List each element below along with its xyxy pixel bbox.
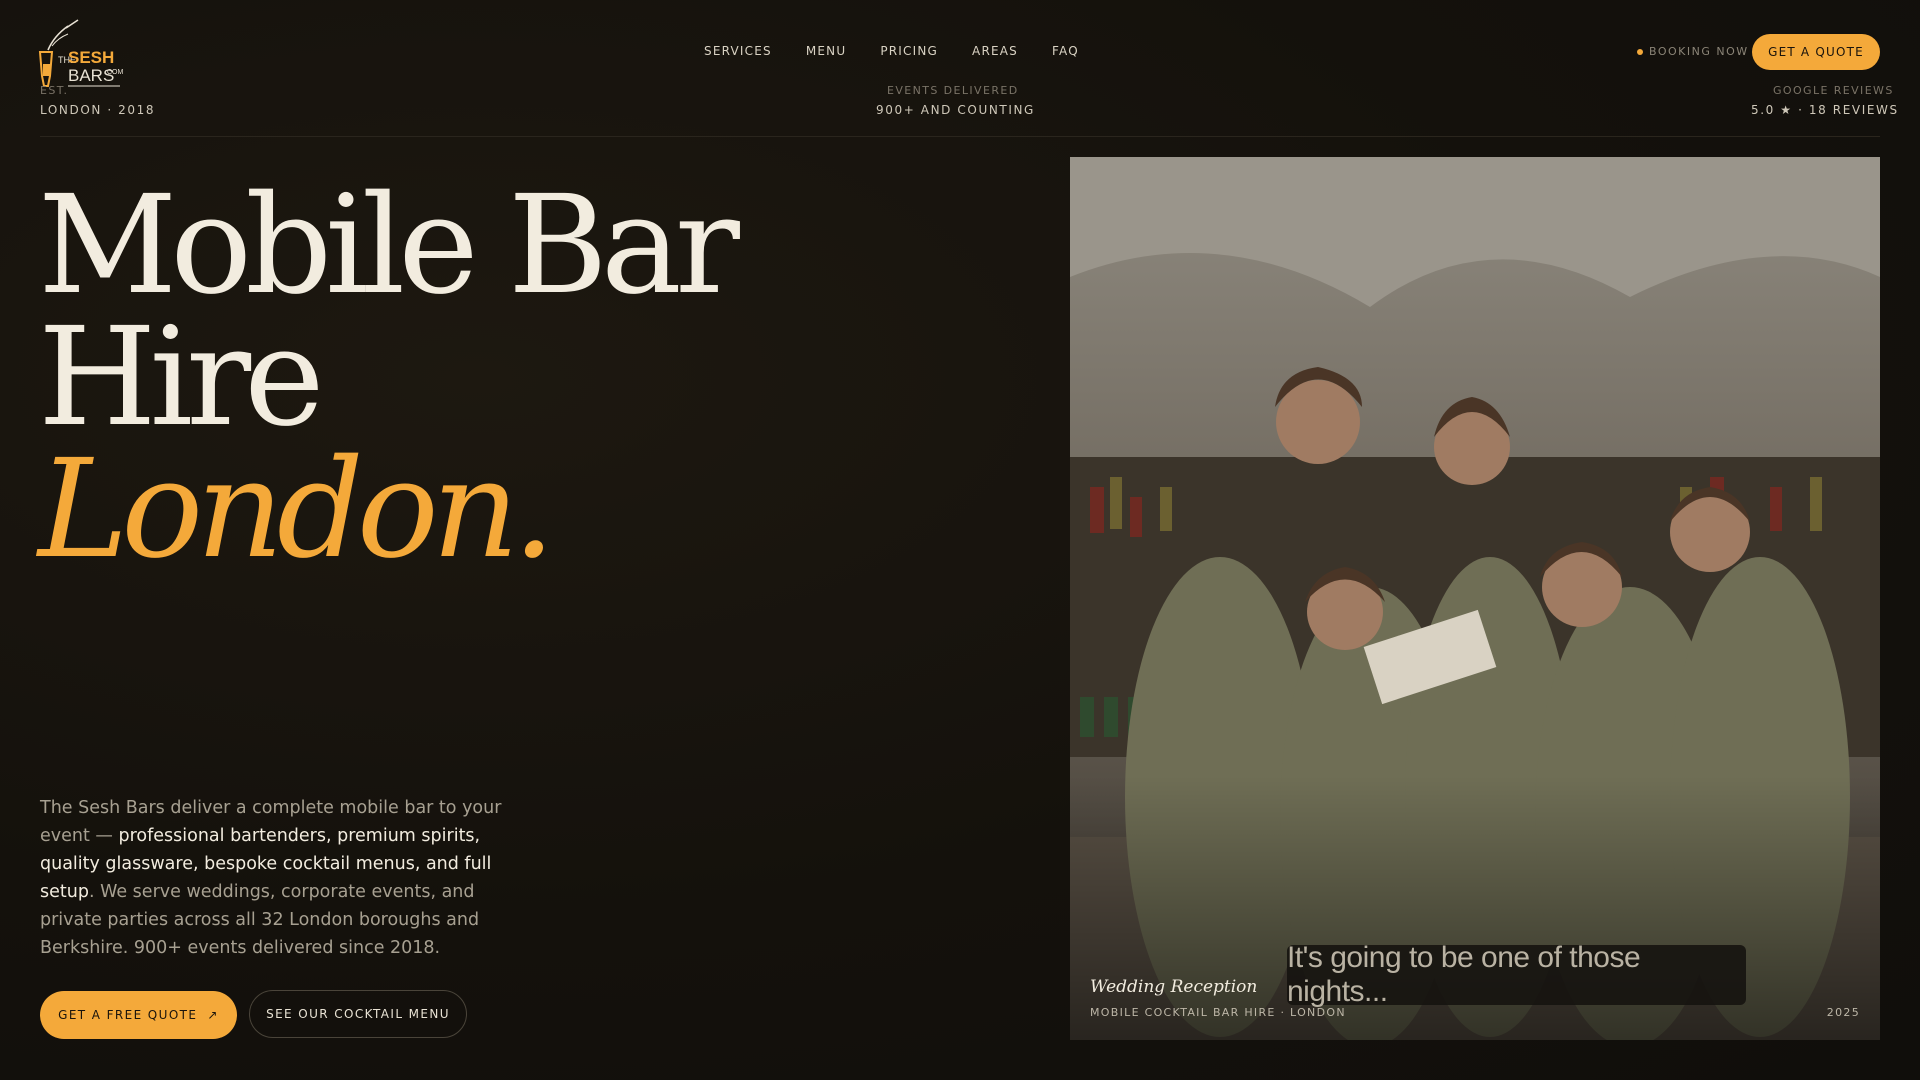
- est-value: LONDON · 2018: [40, 103, 156, 117]
- nav-areas[interactable]: AREAS: [972, 44, 1018, 58]
- reviews-value: 5.0 ★ · 18 REVIEWS: [1751, 103, 1899, 117]
- main-nav: SERVICES MENU PRICING AREAS FAQ: [704, 44, 1079, 58]
- hero-title-line-2: Hire: [38, 299, 325, 457]
- see-cocktail-menu-button[interactable]: SEE OUR COCKTAIL MENU: [249, 990, 467, 1038]
- events-label: EVENTS DELIVERED: [887, 84, 1019, 97]
- photo-year: 2025: [1826, 1006, 1860, 1019]
- est-label: EST.: [40, 84, 69, 97]
- wedding-party-photo-icon: [1070, 157, 1880, 1040]
- header-divider: [40, 136, 1880, 137]
- logo-com-text: .COM: [105, 69, 124, 76]
- desc-part-2: . We serve weddings, corporate events, a…: [40, 882, 480, 958]
- logo-sesh-text: SESH: [68, 48, 115, 67]
- nav-faq[interactable]: FAQ: [1052, 44, 1079, 58]
- get-free-quote-button[interactable]: GET A FREE QUOTE ↗: [40, 991, 237, 1039]
- hero-description: The Sesh Bars deliver a complete mobile …: [40, 794, 540, 962]
- arrow-up-right-icon: ↗: [207, 1008, 219, 1022]
- nav-pricing[interactable]: PRICING: [880, 44, 938, 58]
- hero-title-line-3: London.: [38, 431, 556, 589]
- nav-menu[interactable]: MENU: [806, 44, 847, 58]
- events-value: 900+ AND COUNTING: [876, 103, 1035, 117]
- hero-title-line-1: Mobile Bar: [38, 167, 740, 325]
- status-dot-icon: [1637, 48, 1643, 55]
- booking-status: BOOKING NOW: [1637, 45, 1749, 58]
- get-free-quote-label: GET A FREE QUOTE: [58, 1008, 198, 1022]
- hero-photo: Wedding Reception MOBILE COCKTAIL BAR HI…: [1070, 157, 1880, 1040]
- reviews-label: GOOGLE REVIEWS: [1773, 84, 1894, 97]
- nav-services[interactable]: SERVICES: [704, 44, 772, 58]
- site-logo[interactable]: THE SESH BARS .COM: [38, 16, 124, 88]
- get-quote-button[interactable]: GET A QUOTE: [1752, 34, 1880, 70]
- photo-title: Wedding Reception: [1090, 977, 1258, 997]
- booking-status-label: BOOKING NOW: [1649, 45, 1749, 58]
- video-caption: It's going to be one of those nights...: [1287, 941, 1746, 1008]
